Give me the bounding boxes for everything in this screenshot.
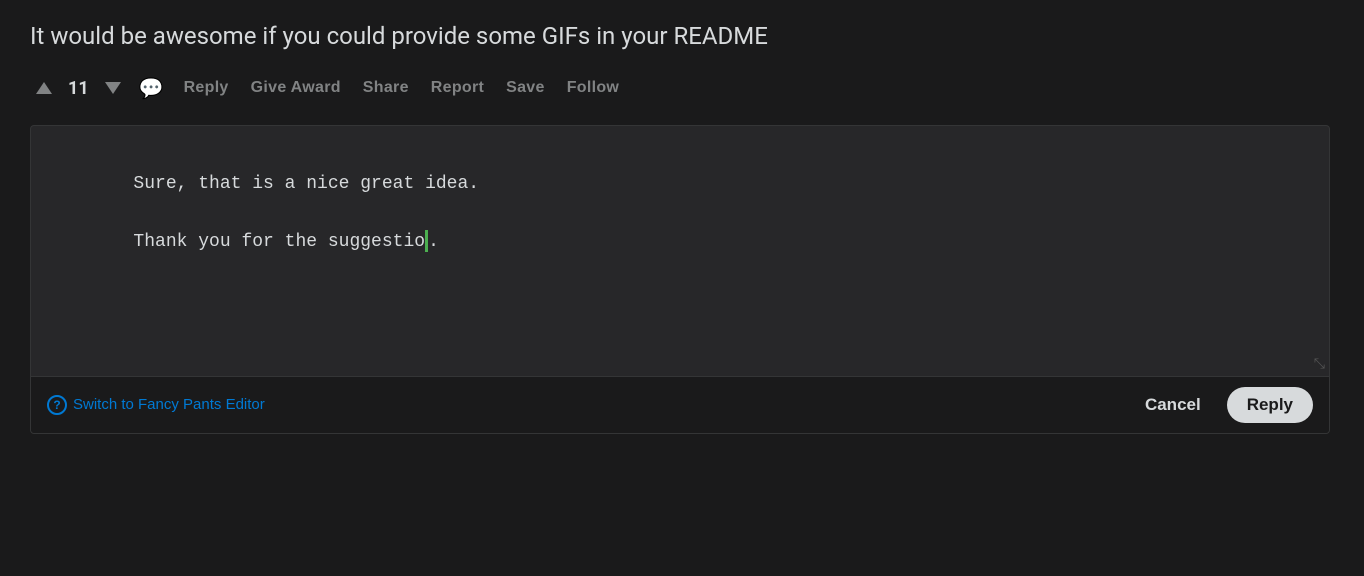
share-button[interactable]: Share	[355, 75, 417, 101]
editor-line1: Sure, that is a nice great idea.	[133, 174, 479, 194]
footer-actions: Cancel Reply	[1129, 387, 1313, 423]
cancel-button[interactable]: Cancel	[1129, 387, 1217, 423]
editor-line2-pre-cursor: Thank you for the suggestio	[133, 232, 425, 252]
reply-submit-button[interactable]: Reply	[1227, 387, 1313, 423]
upvote-button[interactable]	[30, 78, 58, 98]
report-button[interactable]: Report	[423, 75, 492, 101]
downvote-button[interactable]	[99, 78, 127, 98]
resize-handle[interactable]: ⤡	[1314, 356, 1325, 372]
comment-section: It would be awesome if you could provide…	[30, 20, 1330, 434]
give-award-button[interactable]: Give Award	[243, 75, 349, 101]
switch-editor-button[interactable]: ? Switch to Fancy Pants Editor	[47, 395, 265, 415]
editor-line2-post-cursor: .	[428, 232, 439, 252]
switch-editor-label: Switch to Fancy Pants Editor	[73, 396, 265, 413]
editor-text-display[interactable]: Sure, that is a nice great idea. Thank y…	[47, 142, 1313, 286]
help-icon: ?	[47, 395, 67, 415]
downvote-icon	[105, 82, 121, 94]
reply-button[interactable]: Reply	[176, 75, 237, 101]
save-button[interactable]: Save	[498, 75, 553, 101]
vote-count: 11	[64, 78, 93, 99]
comment-bubble-button[interactable]: 💬	[133, 72, 170, 105]
reply-editor: Sure, that is a nice great idea. Thank y…	[30, 125, 1330, 434]
comment-text: It would be awesome if you could provide…	[30, 20, 1330, 54]
editor-content: Sure, that is a nice great idea. Thank y…	[31, 126, 1329, 376]
action-bar: 11 💬 Reply Give Award Share Report Save …	[30, 72, 1330, 105]
editor-footer: ? Switch to Fancy Pants Editor Cancel Re…	[31, 376, 1329, 433]
comment-bubble-icon: 💬	[139, 76, 164, 101]
follow-button[interactable]: Follow	[559, 75, 627, 101]
upvote-icon	[36, 82, 52, 94]
